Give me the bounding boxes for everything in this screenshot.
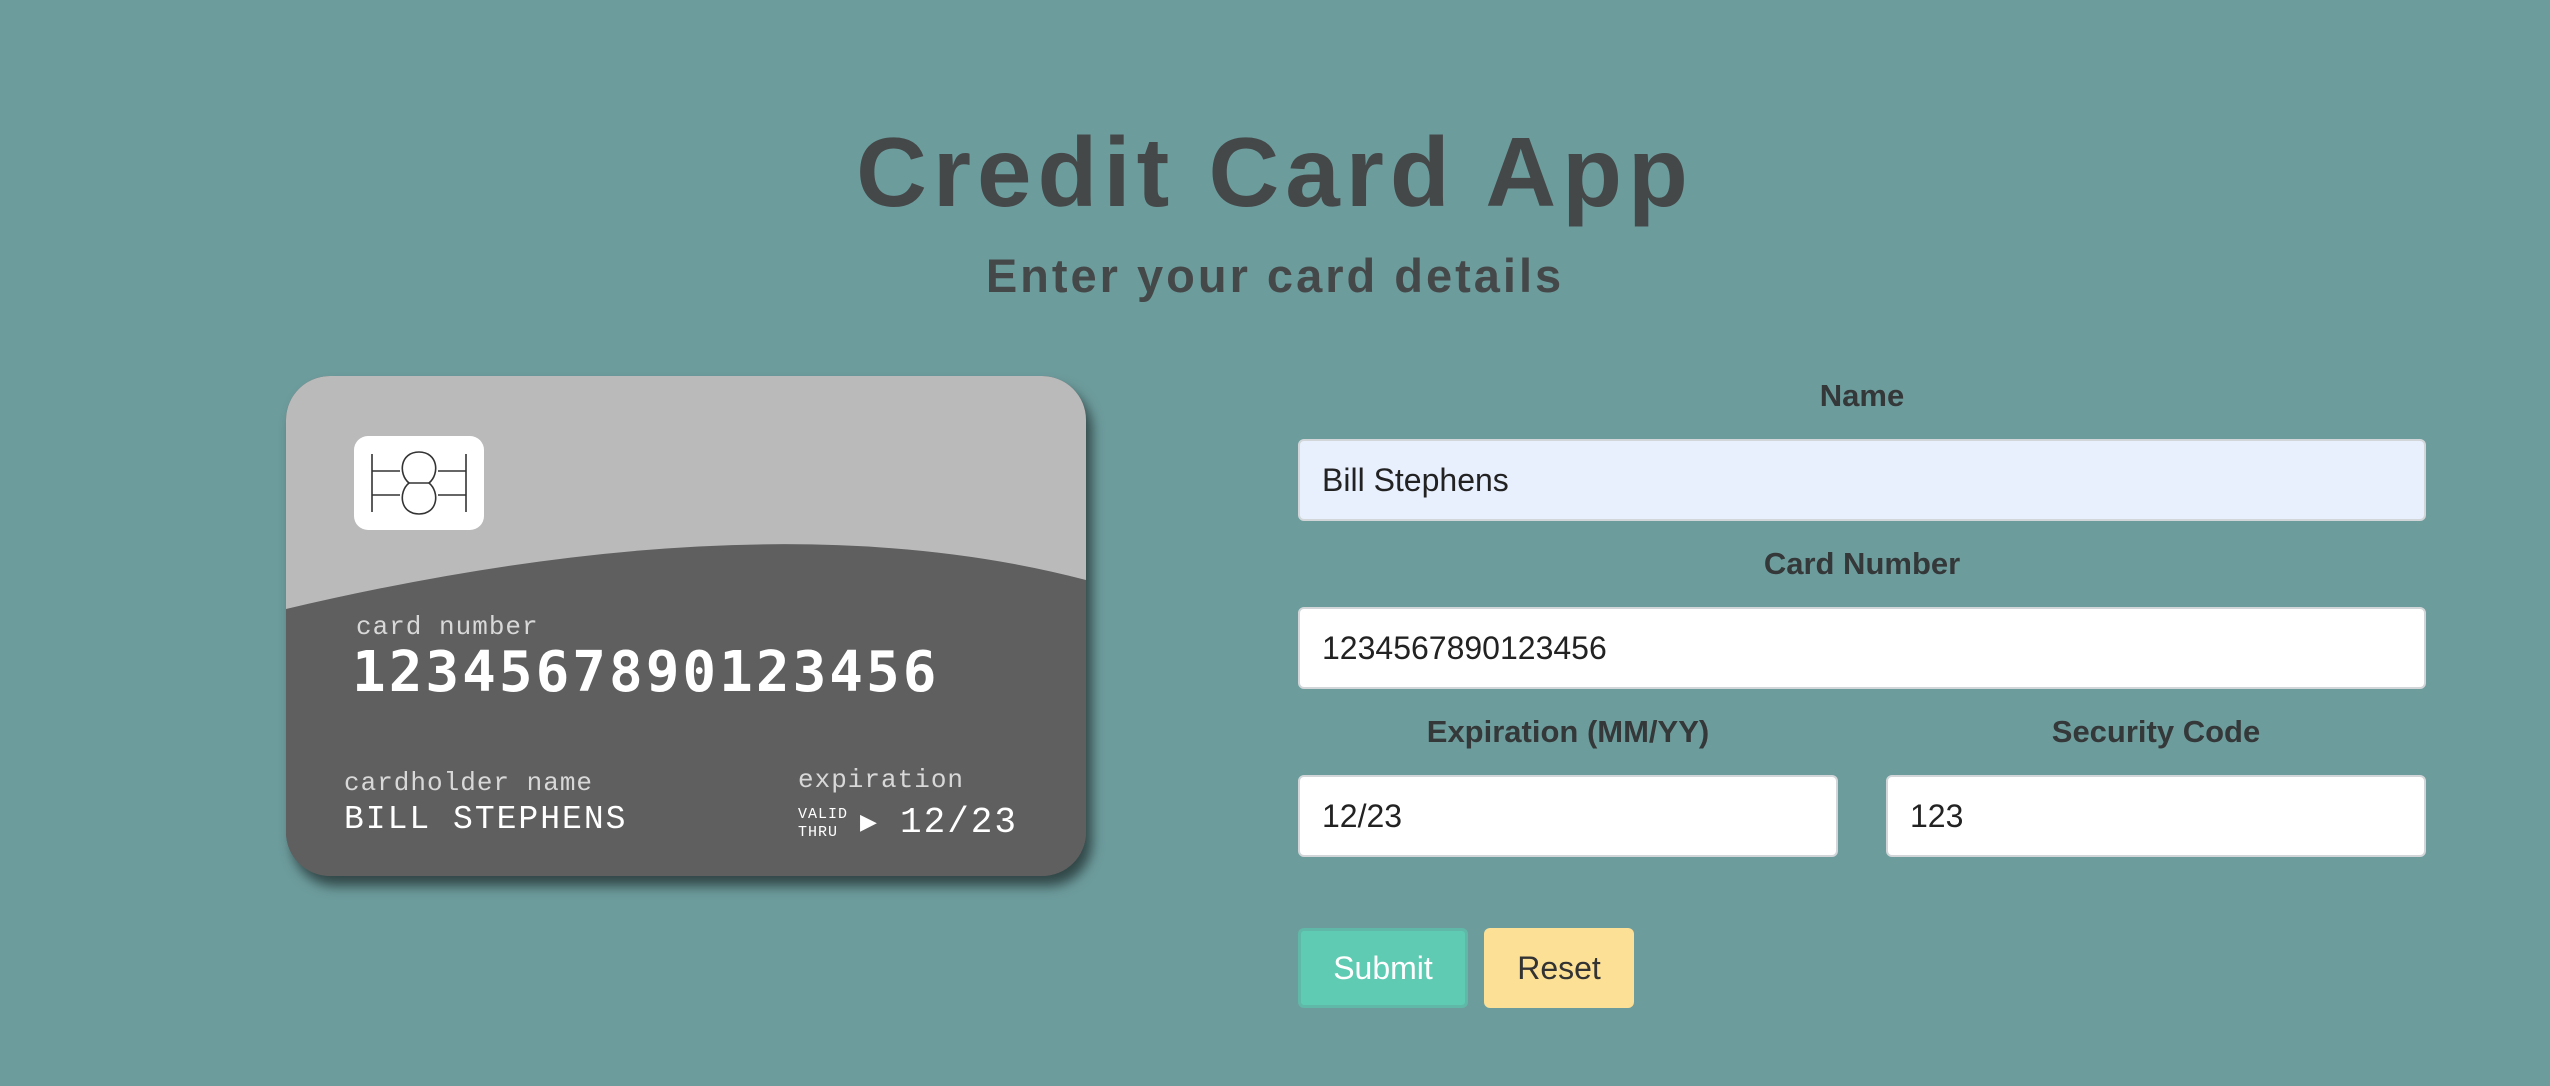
card-expiration-display: 12/23 (900, 802, 1019, 843)
play-arrow-icon: ▶ (860, 809, 877, 834)
valid-thru-line2: THRU (798, 824, 839, 841)
expiration-label: Expiration (MM/YY) (1426, 714, 1710, 749)
page-subtitle: Enter your card details (985, 249, 1565, 302)
expiration-input[interactable] (1298, 775, 1838, 857)
card-expiration-label: expiration (798, 765, 965, 795)
card-number-input[interactable] (1298, 607, 2426, 689)
cardholder-name-display: BILL STEPHENS (344, 801, 628, 838)
credit-card-preview: card number 1234567890123456 cardholder … (286, 376, 1086, 876)
valid-thru-line1: VALID (798, 806, 849, 823)
card-number-label: card number (356, 612, 539, 642)
security-code-input[interactable] (1886, 775, 2426, 857)
card-number-field-label: Card Number (1763, 546, 1961, 581)
chip-icon (354, 436, 484, 530)
page-title: Credit Card App (856, 117, 1694, 227)
card-number-display: 1234567890123456 (352, 640, 940, 705)
valid-thru-label: VALID THRU (798, 806, 858, 842)
submit-button[interactable]: Submit (1298, 928, 1468, 1008)
name-label: Name (1819, 378, 1905, 413)
name-input[interactable] (1298, 439, 2426, 521)
app-page: Credit Card App Enter your card details (0, 0, 2550, 1086)
reset-button[interactable]: Reset (1484, 928, 1634, 1008)
security-code-label: Security Code (2051, 714, 2261, 749)
cardholder-name-label: cardholder name (344, 768, 594, 798)
